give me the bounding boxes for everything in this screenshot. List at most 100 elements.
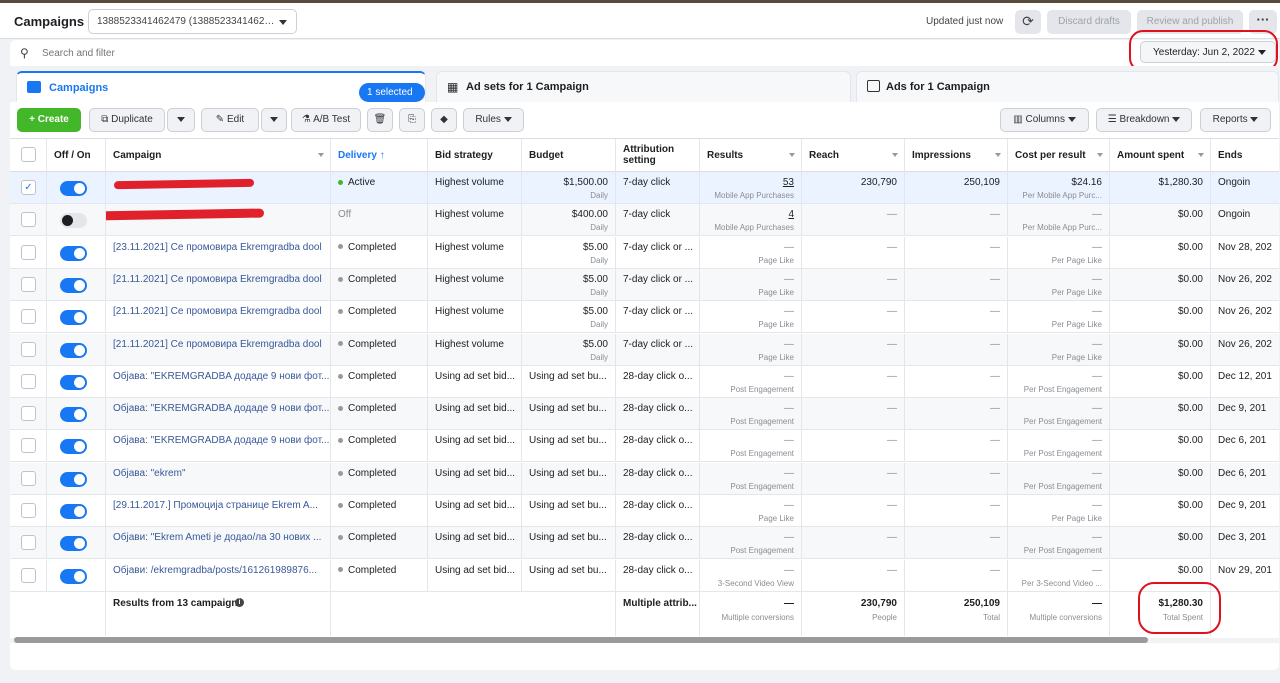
info-icon[interactable]: i <box>235 598 244 607</box>
campaign-cell[interactable]: Објава: "EKREMGRADBA додаде 9 нови фот..… <box>106 365 331 398</box>
campaign-cell[interactable]: [21.11.2021] Се промовира Ekremgradba do… <box>106 333 331 366</box>
row-checkbox[interactable] <box>21 212 36 228</box>
header-ends[interactable]: Ends <box>1211 139 1279 172</box>
row-toggle-cell[interactable] <box>47 268 106 301</box>
row-checkbox[interactable]: ✓ <box>21 180 36 195</box>
table-row[interactable]: ✓ Active Highest volume $1,500.00 Daily 7-day… <box>10 172 1279 204</box>
on-off-toggle[interactable] <box>60 407 87 423</box>
table-row[interactable]: [23.11.2021] Се промовира Ekremgradba do… <box>10 236 1279 269</box>
reports-button[interactable]: Reports <box>1200 108 1271 132</box>
campaign-cell[interactable]: Објава: "EKREMGRADBA додаде 9 нови фот..… <box>106 398 331 431</box>
row-checkbox[interactable] <box>21 276 36 292</box>
refresh-icon[interactable]: ⟳ <box>1015 10 1041 34</box>
row-toggle-cell[interactable] <box>47 462 106 495</box>
campaign-name-link[interactable]: Објава: "EKREMGRADBA додаде 9 нови фот..… <box>113 403 329 414</box>
table-row[interactable]: Објава: "EKREMGRADBA додаде 9 нови фот..… <box>10 398 1279 431</box>
header-reach[interactable]: Reach <box>802 139 905 172</box>
campaign-cell[interactable]: Објава: "EKREMGRADBA додаде 9 нови фот..… <box>106 430 331 463</box>
header-budget[interactable]: Budget <box>522 139 616 172</box>
delete-button[interactable]: 🗑 <box>367 108 393 132</box>
campaign-name-link[interactable]: Објави: "Ekrem Ameti је додао/ла 30 нови… <box>113 532 321 543</box>
table-row[interactable]: [29.11.2017.] Промоција странице Ekrem A… <box>10 495 1279 527</box>
row-select-cell[interactable] <box>10 495 47 527</box>
tab-campaigns[interactable]: Campaigns 1 selected ✕ <box>16 71 426 117</box>
row-select-cell[interactable] <box>10 430 47 463</box>
header-campaign[interactable]: Campaign <box>106 139 331 172</box>
row-select-cell[interactable] <box>10 236 47 269</box>
campaign-name-link[interactable]: Објава: "EKREMGRADBA додаде 9 нови фот..… <box>113 371 329 382</box>
row-toggle-cell[interactable] <box>47 236 106 269</box>
row-checkbox[interactable] <box>21 535 36 551</box>
preview-button[interactable]: ⎘ <box>399 108 425 132</box>
table-row[interactable]: [21.11.2021] Се промовира Ekremgradba do… <box>10 301 1279 334</box>
on-off-toggle[interactable] <box>60 536 87 552</box>
campaign-name-link[interactable]: [21.11.2021] Се промовира Ekremgradba do… <box>113 274 322 285</box>
row-select-cell[interactable]: ✓ <box>10 172 47 204</box>
campaign-cell[interactable] <box>106 204 331 237</box>
campaign-name-link[interactable]: [23.11.2021] Се промовира Ekremgradba do… <box>113 242 322 253</box>
campaign-name-link[interactable]: Објава: "EKREMGRADBA додаде 9 нови фот..… <box>113 435 329 446</box>
table-row[interactable]: Објава: "EKREMGRADBA додаде 9 нови фот..… <box>10 365 1279 398</box>
campaign-cell[interactable]: [21.11.2021] Се промовира Ekremgradba do… <box>106 268 331 301</box>
on-off-toggle[interactable] <box>60 310 87 326</box>
on-off-toggle[interactable] <box>60 277 87 293</box>
header-results[interactable]: Results <box>700 139 802 172</box>
row-toggle-cell[interactable] <box>47 398 106 431</box>
rules-button[interactable]: Rules <box>463 108 524 132</box>
row-checkbox[interactable] <box>21 309 36 325</box>
campaign-name-link[interactable]: [29.11.2017.] Промоција странице Ekrem A… <box>113 500 318 511</box>
on-off-toggle[interactable] <box>60 504 87 519</box>
row-checkbox[interactable] <box>21 567 36 583</box>
row-select-cell[interactable] <box>10 301 47 334</box>
tab-adsets[interactable]: ▦ Ad sets for 1 Campaign <box>436 71 851 102</box>
row-checkbox[interactable] <box>21 244 36 260</box>
row-select-cell[interactable] <box>10 559 47 592</box>
row-checkbox[interactable] <box>21 503 36 518</box>
table-row[interactable]: Објава: "ekrem" Completed Using ad set bid… <box>10 462 1279 495</box>
table-row[interactable]: Објава: "EKREMGRADBA додаде 9 нови фот..… <box>10 430 1279 463</box>
tab-ads[interactable]: Ads for 1 Campaign <box>856 71 1279 102</box>
row-select-cell[interactable] <box>10 365 47 398</box>
on-off-toggle[interactable] <box>60 439 87 455</box>
table-row[interactable]: Off Highest volume $400.00 Daily 7-day click… <box>10 204 1279 237</box>
tag-button[interactable]: ◆ <box>431 108 457 132</box>
campaign-name-link[interactable]: [21.11.2021] Се промовира Ekremgradba do… <box>113 306 322 317</box>
row-toggle-cell[interactable] <box>47 430 106 463</box>
row-select-cell[interactable] <box>10 527 47 560</box>
discard-drafts-button[interactable]: Discard drafts <box>1047 10 1131 34</box>
header-amount-spent[interactable]: Amount spent <box>1110 139 1211 172</box>
row-toggle-cell[interactable] <box>47 527 106 560</box>
campaign-cell[interactable]: [23.11.2021] Се промовира Ekremgradba do… <box>106 236 331 269</box>
on-off-toggle[interactable] <box>60 245 87 261</box>
on-off-toggle[interactable] <box>60 374 87 390</box>
campaign-cell[interactable] <box>106 172 331 204</box>
on-off-toggle[interactable] <box>60 213 87 229</box>
edit-button[interactable]: ✎ Edit <box>201 108 259 132</box>
selected-pill[interactable]: 1 selected ✕ <box>359 83 425 117</box>
table-row[interactable]: [21.11.2021] Се промовира Ekremgradba do… <box>10 268 1279 301</box>
on-off-toggle[interactable] <box>60 568 87 584</box>
header-attribution[interactable]: Attribution setting <box>616 139 700 172</box>
table-row[interactable]: Објави: /ekremgradba/posts/161261989876.… <box>10 559 1279 592</box>
row-checkbox[interactable] <box>21 406 36 422</box>
row-toggle-cell[interactable] <box>47 301 106 334</box>
row-toggle-cell[interactable] <box>47 559 106 592</box>
duplicate-dropdown[interactable] <box>167 108 195 132</box>
row-toggle-cell[interactable] <box>47 172 106 204</box>
breakdown-button[interactable]: ☰ Breakdown <box>1096 108 1192 132</box>
table-row[interactable]: Објави: "Ekrem Ameti је додао/ла 30 нови… <box>10 527 1279 560</box>
campaign-name-link[interactable]: Објава: "ekrem" <box>113 468 186 479</box>
columns-button[interactable]: ▥ Columns <box>1000 108 1089 132</box>
campaign-cell[interactable]: [21.11.2021] Се промовира Ekremgradba do… <box>106 301 331 334</box>
table-row[interactable]: [21.11.2021] Се промовира Ekremgradba do… <box>10 333 1279 366</box>
campaign-name-link[interactable]: [21.11.2021] Се промовира Ekremgradba do… <box>113 339 322 350</box>
header-select-all[interactable] <box>10 139 47 172</box>
row-toggle-cell[interactable] <box>47 204 106 237</box>
campaign-cell[interactable]: [29.11.2017.] Промоција странице Ekrem A… <box>106 495 331 527</box>
select-all-checkbox[interactable] <box>21 147 36 162</box>
row-toggle-cell[interactable] <box>47 495 106 527</box>
campaign-cell[interactable]: Објави: "Ekrem Ameti је додао/ла 30 нови… <box>106 527 331 560</box>
row-select-cell[interactable] <box>10 462 47 495</box>
header-cost-per-result[interactable]: Cost per result <box>1008 139 1110 172</box>
on-off-toggle[interactable] <box>60 471 87 487</box>
